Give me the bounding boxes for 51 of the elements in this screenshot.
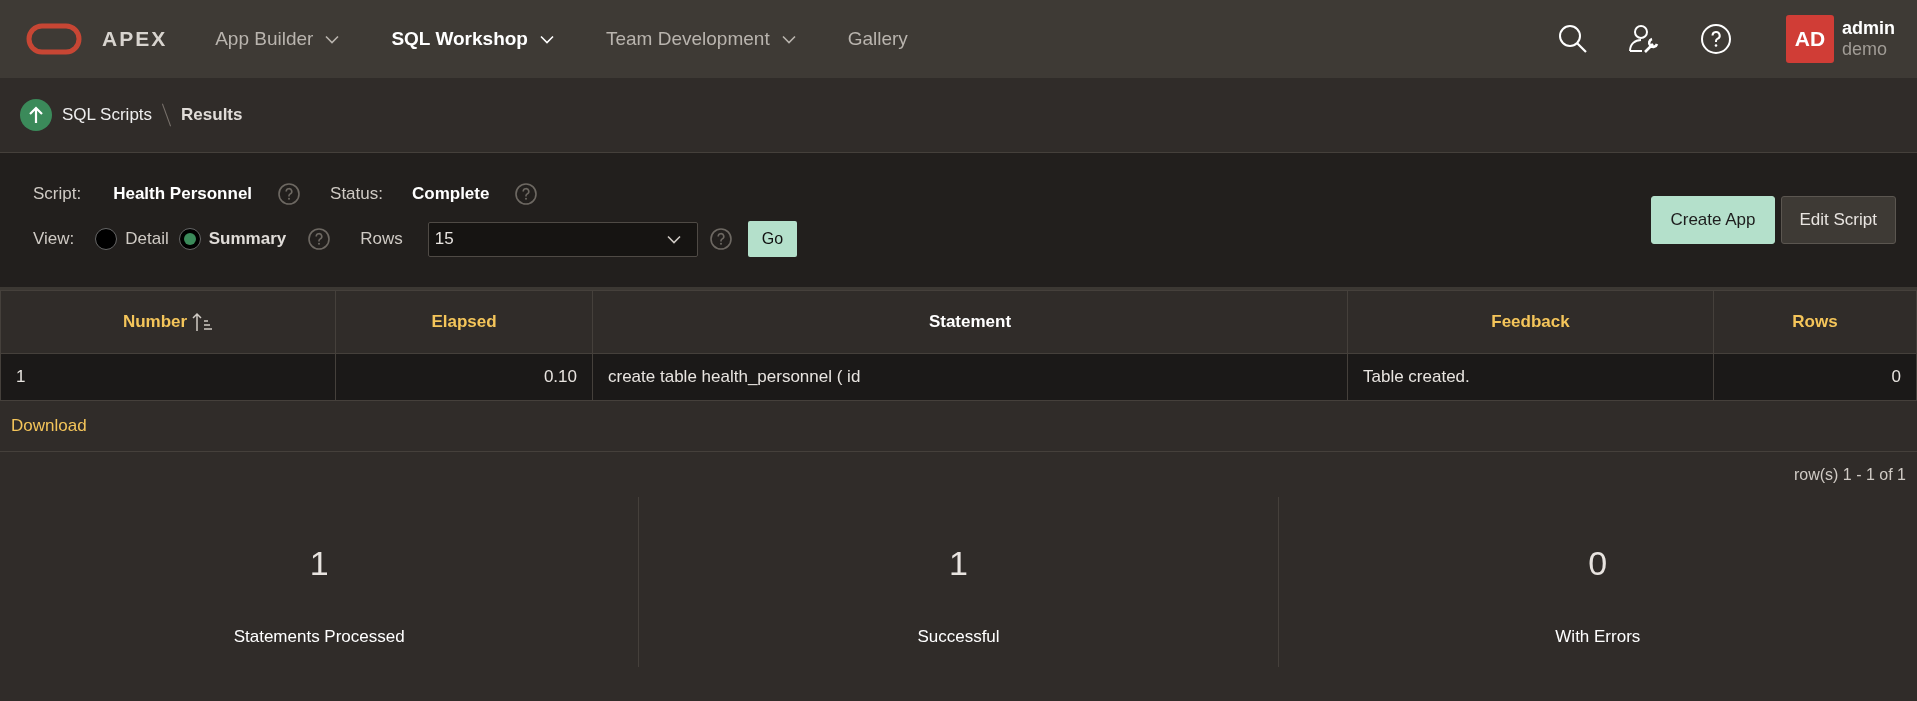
column-header: Statement [928, 312, 1012, 332]
help-icon[interactable] [1700, 23, 1732, 55]
help-icon [278, 183, 301, 205]
chevron-down-icon [666, 234, 681, 244]
go-button[interactable]: Go [747, 221, 798, 257]
nav-tab[interactable]: Gallery [847, 28, 908, 50]
radio-button[interactable] [178, 228, 201, 250]
column-header[interactable]: Rows [1792, 312, 1838, 332]
user-avatar[interactable]: AD [1786, 15, 1834, 63]
search-icon[interactable] [1558, 24, 1588, 54]
stat-label: With Errors [1555, 627, 1641, 647]
stat-value: 1 [309, 544, 329, 583]
radio-button[interactable] [95, 228, 118, 250]
pagination-text: row(s) 1 - 1 of 1 [1793, 465, 1906, 484]
help-icon [515, 183, 538, 205]
rows-select[interactable]: 15 [427, 221, 698, 257]
radio-label: Detail [125, 229, 169, 249]
nav-tab[interactable]: Team Development [605, 28, 796, 50]
column-header[interactable]: Number [122, 312, 188, 332]
table-cell: 0.10 [543, 367, 577, 386]
column-header[interactable]: Elapsed [431, 312, 497, 332]
status-value: Complete [412, 184, 490, 204]
stat-value: 1 [949, 544, 968, 583]
radio-label: Summary [208, 229, 287, 249]
user-wrench-icon[interactable] [1628, 24, 1660, 54]
field-label: Rows [360, 229, 403, 249]
download-link[interactable]: Download [11, 416, 87, 436]
field-label: View: [33, 229, 75, 249]
workspace-name: demo [1842, 39, 1888, 60]
nav-tab[interactable]: App Builder [215, 28, 340, 50]
script-name: Health Personnel [113, 184, 253, 204]
field-label: Status: [330, 184, 383, 204]
help-icon [308, 228, 331, 250]
table-cell: Table created. [1363, 367, 1470, 386]
stat-value: 0 [1588, 544, 1608, 583]
edit-script-button[interactable]: Edit Script [1780, 196, 1896, 244]
stat-label: Successful [917, 627, 1000, 647]
nav-tab[interactable]: SQL Workshop [391, 28, 554, 50]
table-cell: create table health_personnel ( id [608, 367, 861, 386]
breadcrumb-link[interactable]: SQL Scripts [62, 105, 153, 125]
help-icon [709, 228, 732, 250]
stat-label: Statements Processed [233, 627, 405, 647]
user-name: admin [1842, 18, 1895, 39]
field-label: Script: [33, 184, 82, 204]
logo-text[interactable]: APEX [102, 27, 168, 51]
table-cell: 0 [1891, 367, 1901, 386]
logo-icon [26, 23, 82, 55]
table-cell: 1 [16, 367, 26, 386]
column-header[interactable]: Feedback [1491, 312, 1570, 332]
create-app-button[interactable]: Create App [1651, 196, 1775, 244]
breadcrumb-current: Results [181, 105, 243, 125]
